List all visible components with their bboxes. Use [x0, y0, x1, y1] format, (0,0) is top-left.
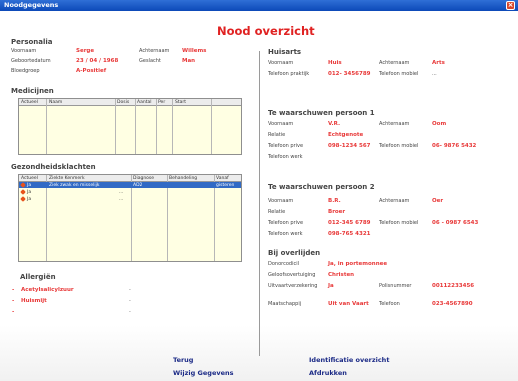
geslacht-value: Man [182, 58, 196, 64]
col-naam[interactable]: Naam [49, 100, 62, 105]
diamond-icon [20, 196, 26, 202]
window-title: Noodgegevens [4, 1, 59, 9]
persoon2-voornaam: B.R. [328, 198, 341, 204]
persoon2-telefoon-werk: 098-765 4321 [328, 231, 371, 237]
achternaam-label: Achternaam [139, 48, 170, 54]
bloedgroep-value: A-Positief [76, 68, 107, 74]
table-row[interactable]: Ja ... [19, 196, 241, 202]
allergie-item-label: Acetylsalicylzuur [21, 287, 74, 293]
identificatie-overzicht-link[interactable]: Identificatie overzicht [309, 356, 389, 364]
voornaam-label: Voornaam [11, 48, 37, 54]
huisarts-achternaam: Arts [432, 60, 445, 66]
col-diagnose[interactable]: Diagnose [133, 176, 154, 181]
uitvaart-value: Ja [328, 283, 334, 289]
achternaam-value: Willems [182, 48, 207, 54]
col-behandeling[interactable]: Behandeling [169, 176, 197, 181]
diamond-icon [20, 182, 26, 188]
persoon1-achternaam: Oom [432, 121, 447, 127]
col-dosis[interactable]: Dosis [117, 100, 129, 105]
persoon1-voornaam: V.R. [328, 121, 341, 127]
medicijnen-title: Medicijnen [11, 87, 54, 95]
huisarts-telefoon-praktijk: 012- 3456789 [328, 71, 371, 77]
voornaam-value: Serge [76, 48, 95, 54]
geloof-value: Christen [328, 272, 355, 278]
diamond-icon [20, 189, 26, 195]
huisarts-voornaam: Huis [328, 60, 342, 66]
maatschappij-telefoon-value: 023-4567890 [432, 301, 473, 307]
allergie-item: - [12, 287, 15, 293]
geboortedatum-value: 23 / 04 / 1968 [76, 58, 119, 64]
allergie-item-label: Huismijt [21, 298, 47, 304]
col-start[interactable]: Start [175, 100, 186, 105]
huisarts-title: Huisarts [268, 48, 302, 56]
polisnummer-value: 00112233456 [432, 283, 475, 289]
klachten-title: Gezondheidsklachten [11, 163, 96, 171]
overlijden-title: Bij overlijden [268, 249, 321, 257]
persoon2-achternaam: Oer [432, 198, 444, 204]
geslacht-label: Geslacht [139, 58, 161, 64]
column-divider [259, 51, 260, 356]
persoon1-telefoon-prive: 098-1234 567 [328, 143, 371, 149]
page-title: Nood overzicht [217, 24, 315, 38]
window-titlebar: Noodgegevens × [0, 0, 518, 11]
table-row[interactable]: Ja Ziek zwak en misselijk AD2 gisteren [19, 182, 241, 188]
medicijnen-table[interactable]: Actueel Naam Dosis Aantal Per Start [18, 98, 242, 155]
huisarts-telefoon-mobiel: ... [432, 71, 437, 77]
col-actueel[interactable]: Actueel [21, 176, 38, 181]
col-aantal[interactable]: Aantal [137, 100, 151, 105]
col-per[interactable]: Per [158, 100, 165, 105]
persoon2-relatie: Broer [328, 209, 346, 215]
donorcodicil-value: Ja, in portemonnee [328, 261, 388, 267]
maatschappij-value: Uit van Vaart [328, 301, 369, 307]
table-row[interactable]: Ja ... [19, 189, 241, 195]
main-panel: Nood overzicht Personalia Voornaam Serge… [0, 11, 518, 381]
allergie-item: - [12, 309, 15, 315]
terug-link[interactable]: Terug [173, 356, 193, 364]
persoon1-relatie: Echtgenote [328, 132, 364, 138]
col-actueel[interactable]: Actueel [21, 100, 38, 105]
close-icon[interactable]: × [506, 1, 515, 10]
afdrukken-link[interactable]: Afdrukken [309, 369, 347, 377]
bloedgroep-label: Bloedgroep [11, 68, 40, 74]
col-vanaf[interactable]: Vanaf [216, 176, 229, 181]
allergien-title: Allergiën [20, 273, 56, 281]
persoon2-telefoon-prive: 012-345 6789 [328, 220, 371, 226]
persoon2-telefoon-mobiel: 06 - 0987 6543 [432, 220, 479, 226]
wijzig-gegevens-link[interactable]: Wijzig Gegevens [173, 369, 234, 377]
geboortedatum-label: Geboortedatum [11, 58, 51, 64]
persoon2-title: Te waarschuwen persoon 2 [268, 183, 375, 191]
persoon1-telefoon-mobiel: 06- 9876 5432 [432, 143, 477, 149]
klachten-table[interactable]: Actueel Ziekte Kenmerk Diagnose Behandel… [18, 174, 242, 262]
personalia-title: Personalia [11, 38, 53, 46]
persoon1-title: Te waarschuwen persoon 1 [268, 109, 375, 117]
col-ziekte-kenmerk[interactable]: Ziekte Kenmerk [49, 176, 85, 181]
allergie-item: - [12, 298, 15, 304]
